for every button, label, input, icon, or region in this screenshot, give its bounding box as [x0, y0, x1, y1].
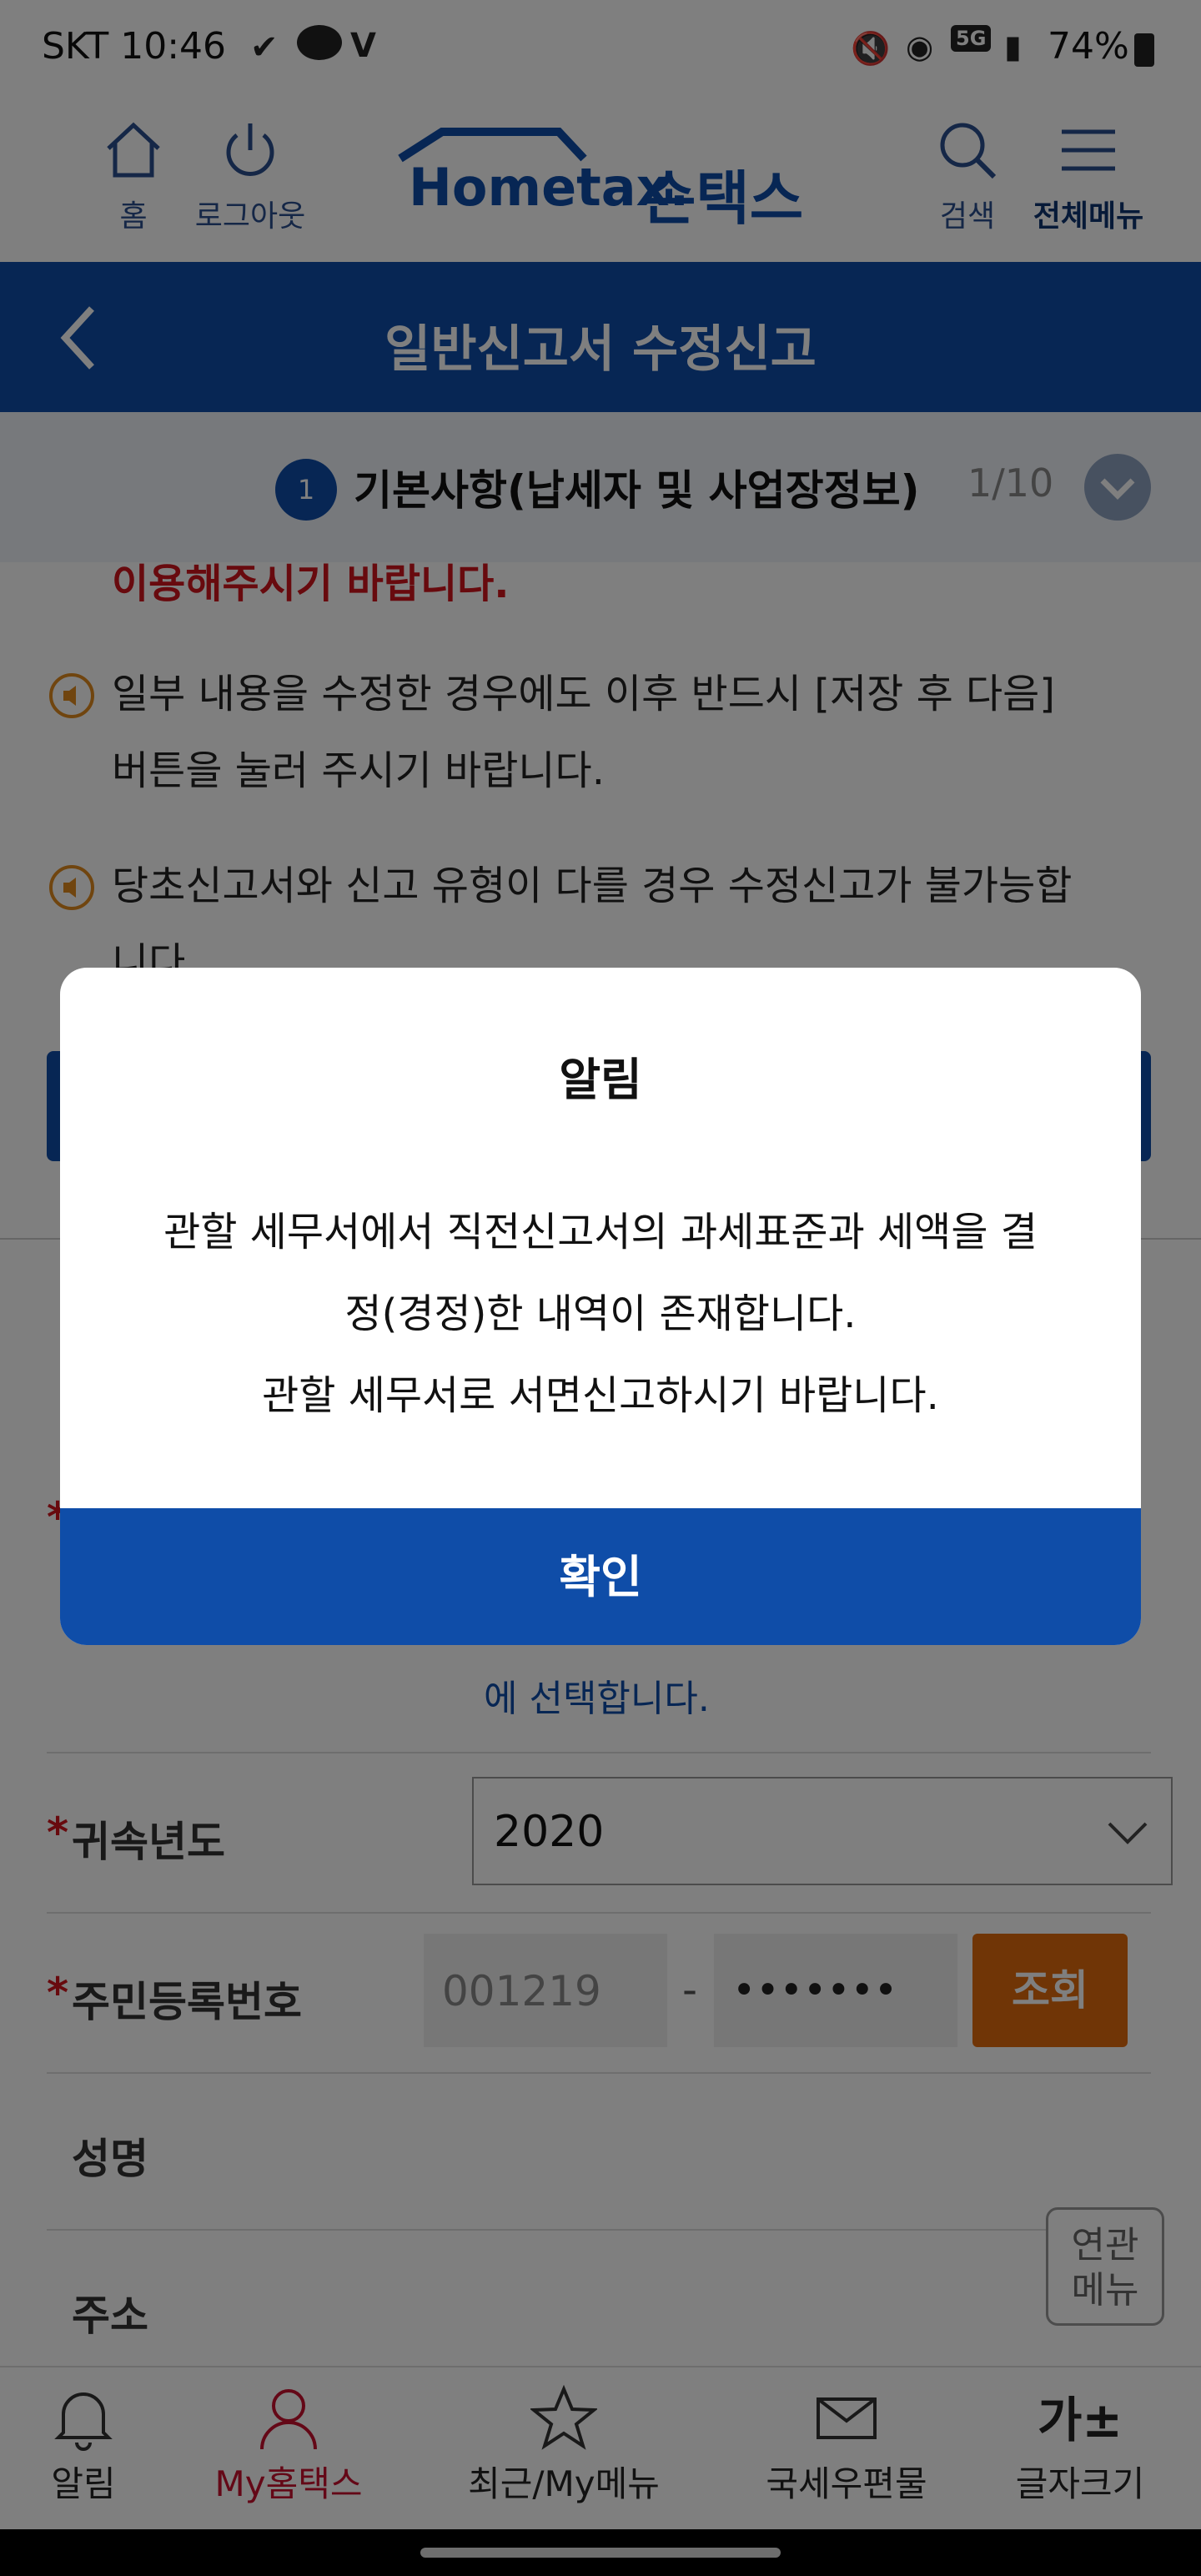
dialog-message-line2: 정(경정)한 내역이 존재합니다.: [344, 1291, 857, 1337]
alert-dialog: 알림 관할 세무서에서 직전신고서의 과세표준과 세액을 결 정(경정)한 내역…: [60, 968, 1141, 1645]
dialog-title: 알림: [559, 1054, 642, 1106]
dialog-message-line1: 관할 세무서에서 직전신고서의 과세표준과 세액을 결: [163, 1209, 1038, 1255]
confirm-button[interactable]: 확인: [60, 1508, 1141, 1645]
dialog-message: 관할 세무서에서 직전신고서의 과세표준과 세액을 결 정(경정)한 내역이 존…: [93, 1191, 1108, 1436]
dialog-message-line3: 관할 세무서로 서면신고하시기 바랍니다.: [262, 1372, 939, 1419]
